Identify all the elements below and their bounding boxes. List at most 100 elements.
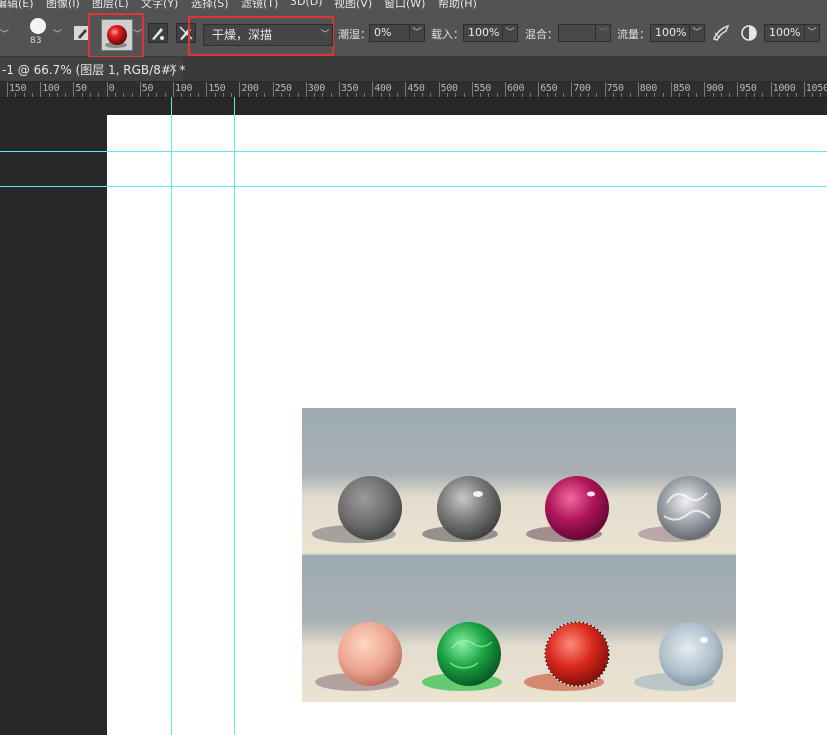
ruler-minor-tick: [48, 93, 50, 97]
ruler-minor-tick: [729, 93, 731, 97]
ruler-minor-tick: [297, 93, 299, 97]
ruler-tick: [139, 82, 141, 97]
ruler-minor-tick: [222, 93, 224, 97]
ruler-minor-tick: [98, 93, 100, 97]
ruler-minor-tick: [231, 93, 233, 97]
ruler-minor-tick: [289, 93, 291, 97]
smoothing-chevron-icon: ﹀: [804, 25, 819, 41]
ruler-minor-tick: [56, 93, 58, 97]
mix-label: 混合：: [525, 28, 558, 41]
ruler-minor-tick: [563, 93, 565, 97]
mix-select[interactable]: ﹀: [558, 24, 611, 42]
brush-size: 83: [30, 36, 42, 46]
ruler-minor-tick: [745, 93, 747, 97]
ruler-minor-tick: [588, 93, 589, 97]
ruler-minor-tick: [812, 93, 814, 97]
ruler-minor-tick: [314, 93, 316, 97]
tool-preset-chevron-icon[interactable]: ﹀: [0, 27, 9, 40]
menu-bar: 编辑(E) 图像(I) 图层(L) 文字(Y) 选择(S) 滤镜(T) 3D(D…: [0, 0, 827, 10]
ruler-tick: [538, 82, 540, 97]
ruler-minor-tick: [480, 93, 482, 97]
wetness-select[interactable]: 0% ﹀: [369, 24, 425, 42]
ruler-tick: [206, 82, 208, 97]
ruler-minor-tick: [347, 93, 349, 97]
ruler-minor-tick: [23, 93, 25, 97]
wetness-label: 潮湿：: [338, 28, 371, 41]
load-brush-after-stroke-icon[interactable]: [148, 23, 168, 43]
ruler-minor-tick: [762, 93, 764, 97]
ruler-minor-tick: [654, 93, 656, 97]
menu-3d[interactable]: 3D(D): [290, 0, 323, 8]
document-tab[interactable]: -1 @ 66.7% (图层 1, RGB/8#) * ×: [0, 57, 185, 81]
ruler-minor-tick: [430, 93, 432, 97]
ruler-minor-tick: [148, 93, 150, 97]
wetness-value: 0%: [374, 26, 392, 39]
wetness-chevron-icon: ﹀: [409, 25, 424, 41]
smoothing-select[interactable]: 100% ﹀: [764, 24, 820, 42]
ruler-tick: [471, 82, 473, 97]
ruler-minor-tick: [256, 93, 257, 97]
close-icon[interactable]: ×: [168, 61, 178, 75]
airbrush-icon[interactable]: [711, 23, 731, 43]
ruler-minor-tick: [131, 93, 133, 97]
ruler-tick: [505, 82, 506, 97]
guide-vertical[interactable]: [234, 97, 235, 735]
ruler-minor-tick: [247, 93, 249, 97]
ruler-minor-tick: [264, 93, 266, 97]
load-select[interactable]: 100% ﹀: [463, 24, 518, 42]
ruler-minor-tick: [114, 93, 116, 97]
flow-select[interactable]: 100% ﹀: [650, 24, 705, 42]
ruler-minor-tick: [629, 93, 631, 97]
guide-horizontal[interactable]: [0, 151, 827, 152]
ruler-minor-tick: [156, 93, 158, 97]
ruler-minor-tick: [164, 93, 166, 97]
ruler-minor-tick: [189, 93, 191, 97]
ruler-minor-tick: [463, 93, 465, 97]
ruler-tick: [40, 82, 42, 97]
brush-mode-value: 干燥，深描: [212, 28, 273, 42]
ruler-minor-tick: [496, 93, 498, 97]
ruler-tick: [803, 82, 805, 97]
ruler-minor-tick: [380, 93, 382, 97]
ruler-minor-tick: [546, 93, 548, 97]
ruler-tick: [671, 82, 672, 97]
ruler-minor-tick: [280, 93, 282, 97]
ruler-minor-tick: [662, 93, 664, 97]
ruler-minor-tick: [488, 93, 490, 97]
load-chevron-icon: ﹀: [502, 25, 517, 41]
ruler-minor-tick: [31, 93, 33, 97]
brush-picker-chevron-icon[interactable]: ﹀: [53, 27, 62, 40]
ruler-minor-tick: [820, 93, 822, 97]
ruler-minor-tick: [521, 93, 523, 97]
current-brush-load-swatch[interactable]: [101, 19, 133, 51]
ruler-minor-tick: [554, 93, 556, 97]
ruler-tick: [305, 82, 307, 97]
ruler-minor-tick: [65, 93, 67, 97]
ruler-tick: [372, 82, 374, 97]
ruler-minor-tick: [81, 93, 83, 97]
mix-chevron-icon: ﹀: [595, 25, 610, 41]
ruler-minor-tick: [754, 93, 755, 97]
ruler-tick: [637, 82, 639, 97]
ruler-tick: [770, 82, 772, 97]
material-spheres-image: [302, 408, 736, 702]
guide-horizontal[interactable]: [0, 186, 827, 187]
ruler-minor-tick: [355, 93, 357, 97]
guide-vertical[interactable]: [171, 97, 172, 735]
ruler-minor-tick: [322, 93, 324, 97]
ruler-tick: [106, 82, 108, 97]
brush-preset-picker[interactable]: 83: [28, 18, 50, 52]
ruler-tick: [438, 82, 440, 97]
ruler-minor-tick: [15, 93, 17, 97]
brush-tip-icon: [30, 18, 46, 34]
flow-label: 流量：: [617, 28, 650, 41]
smoothing-icon[interactable]: [740, 24, 758, 42]
brush-mode-select[interactable]: 干燥，深描 ﹀: [203, 24, 333, 46]
options-bar: ﹀ 83 ﹀ ﹀ 干燥，深描 ﹀ 潮湿： 0% ﹀ 载入： 100% ﹀ 混合：…: [0, 10, 827, 58]
ruler-tick: [571, 82, 573, 97]
horizontal-ruler[interactable]: 150 100 50 0 50 100 150 200 250 300 350 400 450 500 55…: [0, 82, 827, 98]
ruler-tick: [173, 82, 174, 97]
brush-load-chevron-icon[interactable]: ﹀: [133, 27, 142, 40]
ruler-tick: [73, 82, 75, 97]
brush-mode-chevron-icon: ﹀: [320, 30, 330, 40]
